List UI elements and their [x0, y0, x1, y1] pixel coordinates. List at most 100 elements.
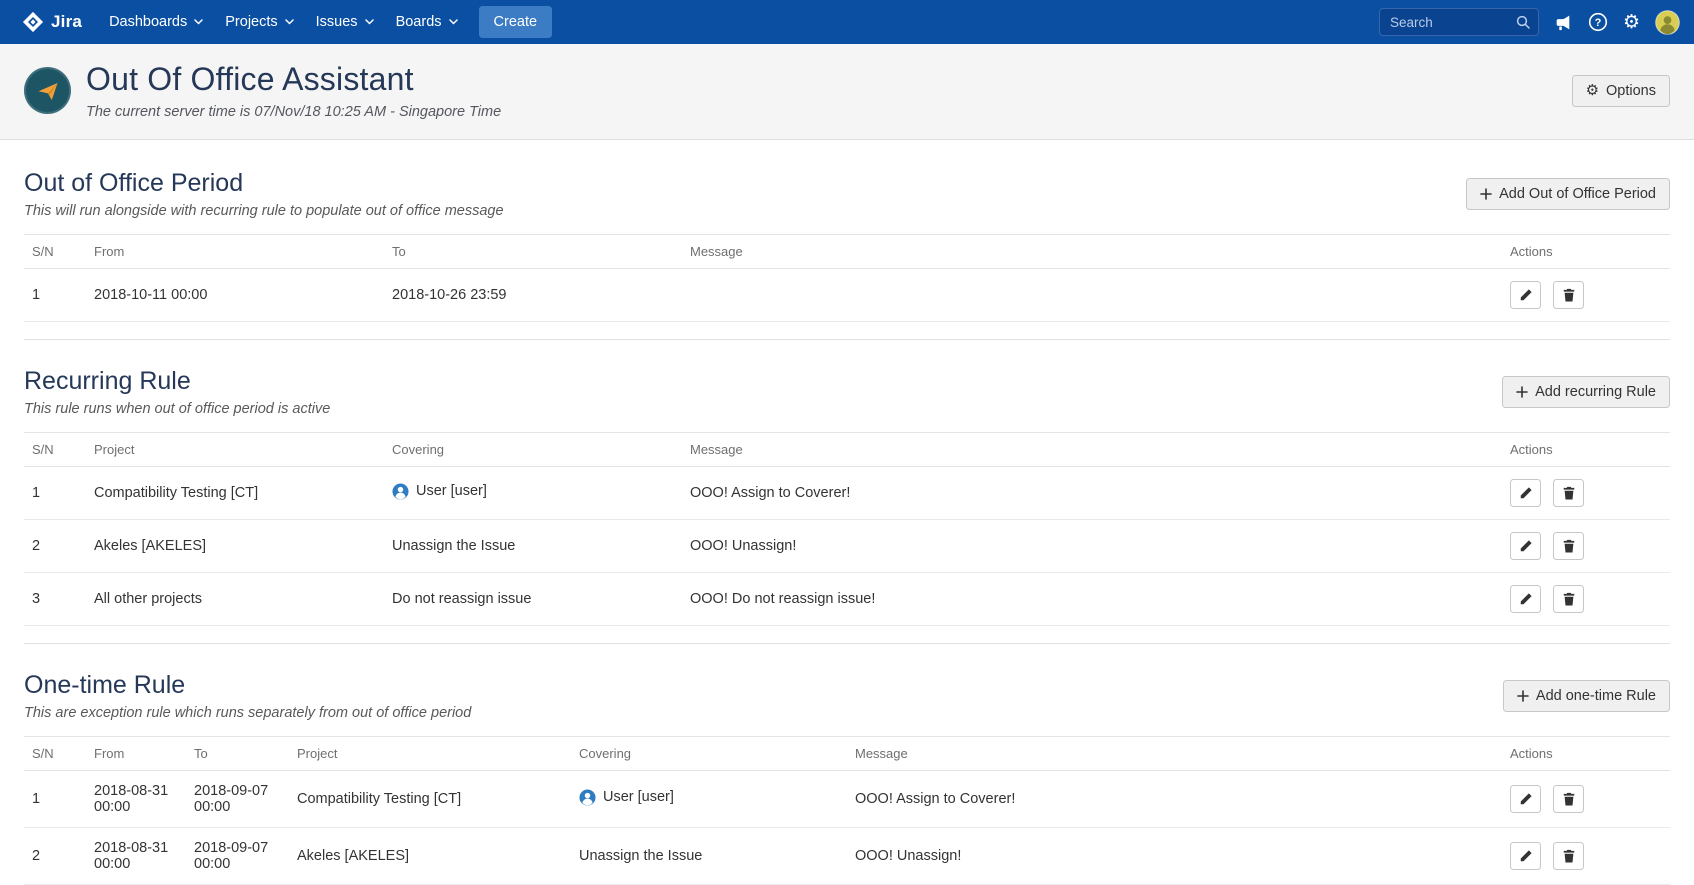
column-header-to: To: [194, 737, 297, 771]
add-onetime-rule-button[interactable]: Add one-time Rule: [1503, 680, 1670, 712]
add-button-label: Add one-time Rule: [1536, 688, 1656, 704]
edit-button[interactable]: [1510, 479, 1541, 507]
help-icon[interactable]: ?: [1588, 12, 1608, 32]
chevron-down-icon: [285, 19, 294, 25]
section-divider: [24, 626, 1670, 644]
pencil-icon: [1519, 486, 1533, 500]
nav-item-dashboards[interactable]: Dashboards: [98, 6, 214, 38]
add-button-label: Add Out of Office Period: [1499, 186, 1656, 202]
navbar-right: ? ⚙: [1379, 8, 1680, 36]
user-avatar-icon: [579, 789, 596, 806]
nav-item-label: Dashboards: [109, 14, 187, 30]
cell-project: Akeles [AKELES]: [297, 828, 579, 885]
trash-icon: [1562, 849, 1576, 863]
trash-icon: [1562, 539, 1576, 553]
section-subtitle: This are exception rule which runs separ…: [24, 705, 471, 721]
table-header-row: S/N Project Covering Message Actions: [24, 433, 1670, 467]
column-header-sn: S/N: [24, 433, 94, 467]
column-header-sn: S/N: [24, 235, 94, 269]
cell-from: 2018-10-11 00:00: [94, 269, 392, 322]
table-header-row: S/N From To Project Covering Message Act…: [24, 737, 1670, 771]
top-navbar: Jira Dashboards Projects Issues Boards: [0, 0, 1694, 44]
column-header-actions: Actions: [1510, 235, 1670, 269]
edit-button[interactable]: [1510, 532, 1541, 560]
cell-sn: 2: [24, 520, 94, 573]
cell-covering: Unassign the Issue: [392, 520, 690, 573]
paper-plane-icon: [36, 79, 60, 103]
column-header-actions: Actions: [1510, 433, 1670, 467]
plus-icon: [1517, 690, 1529, 702]
column-header-from: From: [94, 737, 194, 771]
trash-icon: [1562, 792, 1576, 806]
cell-sn: 3: [24, 573, 94, 626]
cell-covering: Unassign the Issue: [579, 828, 855, 885]
cell-sn: 2: [24, 828, 94, 885]
nav-item-boards[interactable]: Boards: [385, 6, 469, 38]
delete-button[interactable]: [1553, 785, 1584, 813]
delete-button[interactable]: [1553, 532, 1584, 560]
column-header-covering: Covering: [392, 433, 690, 467]
jira-home-link[interactable]: Jira: [14, 11, 90, 33]
edit-button[interactable]: [1510, 842, 1541, 870]
delete-button[interactable]: [1553, 281, 1584, 309]
svg-text:?: ?: [1595, 17, 1602, 29]
search-icon[interactable]: [1516, 15, 1530, 29]
user-avatar[interactable]: [1655, 10, 1680, 35]
announcement-icon[interactable]: [1554, 13, 1573, 32]
section-subtitle: This rule runs when out of office period…: [24, 401, 330, 417]
edit-button[interactable]: [1510, 585, 1541, 613]
nav-item-projects[interactable]: Projects: [214, 6, 304, 38]
add-ooo-period-button[interactable]: Add Out of Office Period: [1466, 178, 1670, 210]
covering-label: User [user]: [603, 789, 674, 805]
edit-button[interactable]: [1510, 281, 1541, 309]
page-title: Out Of Office Assistant: [86, 61, 501, 98]
cell-actions: [1510, 467, 1670, 520]
section-divider: [24, 322, 1670, 340]
ooo-period-table: S/N From To Message Actions 1 2018-10-11…: [24, 234, 1670, 322]
onetime-rule-table: S/N From To Project Covering Message Act…: [24, 736, 1670, 885]
page-header: Out Of Office Assistant The current serv…: [0, 44, 1694, 140]
cell-from: 2018-08-31 00:00: [94, 828, 194, 885]
cell-sn: 1: [24, 467, 94, 520]
cell-message: OOO! Assign to Coverer!: [690, 467, 1510, 520]
trash-icon: [1562, 486, 1576, 500]
nav-item-label: Issues: [316, 14, 358, 30]
cell-to: 2018-10-26 23:59: [392, 269, 690, 322]
section-subtitle: This will run alongside with recurring r…: [24, 203, 504, 219]
user-avatar-icon: [392, 483, 409, 500]
section-head: One-time Rule This are exception rule wh…: [24, 671, 1670, 721]
search-input[interactable]: [1388, 14, 1510, 31]
column-header-message: Message: [690, 235, 1510, 269]
column-header-project: Project: [94, 433, 392, 467]
section-title: One-time Rule: [24, 671, 471, 700]
delete-button[interactable]: [1553, 479, 1584, 507]
column-header-covering: Covering: [579, 737, 855, 771]
edit-button[interactable]: [1510, 785, 1541, 813]
settings-gear-icon[interactable]: ⚙: [1623, 13, 1640, 32]
add-recurring-rule-button[interactable]: Add recurring Rule: [1502, 376, 1670, 408]
cell-message: OOO! Do not reassign issue!: [690, 573, 1510, 626]
section-ooo-period: Out of Office Period This will run along…: [24, 169, 1670, 340]
cell-covering: Do not reassign issue: [392, 573, 690, 626]
search-box: [1379, 8, 1539, 36]
cell-project: Compatibility Testing [CT]: [94, 467, 392, 520]
table-row: 1 2018-10-11 00:00 2018-10-26 23:59: [24, 269, 1670, 322]
cell-actions: [1510, 269, 1670, 322]
delete-button[interactable]: [1553, 842, 1584, 870]
column-header-from: From: [94, 235, 392, 269]
jira-logo-icon: [22, 11, 44, 33]
delete-button[interactable]: [1553, 585, 1584, 613]
cell-message: [690, 269, 1510, 322]
add-button-label: Add recurring Rule: [1535, 384, 1656, 400]
nav-item-label: Projects: [225, 14, 277, 30]
pencil-icon: [1519, 792, 1533, 806]
cell-sn: 1: [24, 771, 94, 828]
nav-item-issues[interactable]: Issues: [305, 6, 385, 38]
cell-message: OOO! Assign to Coverer!: [855, 771, 1510, 828]
plus-icon: [1516, 386, 1528, 398]
recurring-rule-table: S/N Project Covering Message Actions 1 C…: [24, 432, 1670, 626]
table-row: 2 Akeles [AKELES] Unassign the Issue OOO…: [24, 520, 1670, 573]
options-button[interactable]: ⚙ Options: [1572, 75, 1670, 107]
create-button[interactable]: Create: [479, 6, 553, 38]
title-block: Out Of Office Assistant The current serv…: [86, 61, 501, 120]
